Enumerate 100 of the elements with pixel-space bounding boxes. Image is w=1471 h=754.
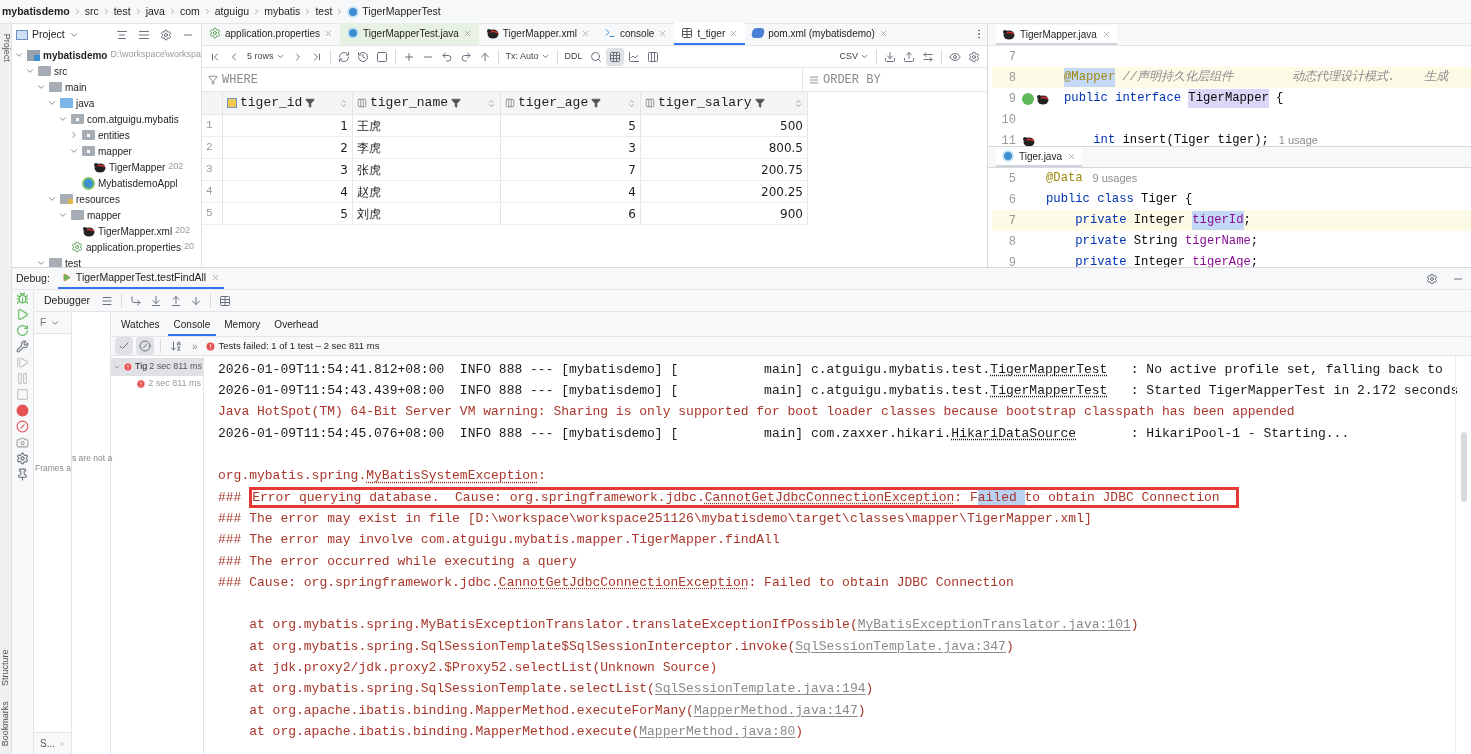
folder-icon [71,210,84,220]
table-cell[interactable]: 900 [641,203,808,224]
tree-label: test [65,256,82,267]
scrollbar-thumb[interactable] [1460,432,1467,502]
tree-item[interactable]: mapper [12,207,201,223]
settings-icon[interactable] [16,452,29,465]
tree-item[interactable]: java [12,95,201,111]
debug-session-tab[interactable]: TigerMapperTest.testFindAll [57,268,225,289]
table-cell[interactable]: 7 [501,159,641,180]
table-cell[interactable]: 4 [501,181,641,202]
more-button[interactable]: » [188,338,202,354]
usage-hint: 1 usage [1278,133,1318,146]
column-header[interactable]: tiger_salary [641,92,808,114]
class-file-icon [347,27,360,39]
debug-tab[interactable]: Console [167,314,217,336]
rows-dropdown[interactable]: 5 rows [244,49,288,64]
breadcrumb-item[interactable]: mybatisdemo [2,3,70,20]
camera-icon[interactable] [16,436,29,449]
file-tab[interactable]: t_tiger [674,23,746,45]
ddl-button[interactable]: DDL [561,49,586,64]
bug-icon[interactable] [16,292,29,305]
tree-item[interactable]: TigerMapper 202 [12,159,201,175]
table-cell[interactable]: 刘虎 [353,203,501,224]
filter-icon [305,98,316,108]
show-passed-icon[interactable] [115,337,133,355]
show-ignored-icon[interactable] [136,337,154,355]
table-cell[interactable]: 王虎 [353,115,501,136]
table-cell[interactable]: 3 [223,159,353,180]
code-token: tigerAge [1192,254,1251,267]
tree-item[interactable]: mapper [12,143,201,159]
column-header[interactable]: tiger_id [223,92,353,114]
table-cell[interactable]: 3 [501,137,641,158]
breadcrumb-item[interactable]: java [145,3,165,20]
debug-tab[interactable]: Memory [218,314,267,336]
wrench-icon[interactable] [16,340,29,353]
table-cell[interactable]: 2 [223,137,353,158]
table-cell[interactable]: 200.25 [641,181,808,202]
table-cell[interactable]: 200.75 [641,159,808,180]
file-tab[interactable]: application.properties [202,23,341,45]
side-tab[interactable]: Bookmarks [0,701,13,747]
file-tab[interactable]: console [596,23,675,45]
side-tab[interactable]: Structure [0,649,13,687]
table-cell[interactable]: 800.5 [641,137,808,158]
grid-view-icon[interactable] [605,47,624,66]
tree-item[interactable]: com.atguigu.mybatis [12,111,201,127]
filter-icon [754,98,765,108]
frames-dropdown[interactable]: F [40,315,47,330]
table-cell[interactable]: 李虎 [353,137,501,158]
table-cell[interactable]: 6 [501,203,641,224]
mute-breakpoints-icon[interactable] [16,420,29,433]
breadcrumb-item[interactable]: com [179,3,200,20]
editor-tab[interactable]: Tiger.java [996,147,1082,167]
tree-item[interactable]: main [12,79,201,95]
tree-item[interactable]: src [12,63,201,79]
column-header[interactable]: tiger_age [501,92,641,114]
breadcrumb-item[interactable]: src [84,3,99,20]
tree-item[interactable]: test [12,255,201,267]
breadcrumb-item[interactable]: TigerMapperTest [362,3,441,20]
breakpoints-icon[interactable] [16,404,29,417]
debug-tab[interactable]: Watches [115,314,166,336]
rerun-icon[interactable] [16,308,29,321]
panel-title[interactable]: Project [32,27,65,43]
tree-item[interactable]: resources [12,191,201,207]
tree-item[interactable]: MybatisdemoAppl [12,175,201,191]
breadcrumb-item[interactable]: atguigu [214,3,250,20]
close-icon [324,28,334,38]
breadcrumb-item[interactable]: test [315,3,333,20]
test-row[interactable]: Tig 2 sec 811 ms [111,358,203,376]
debug-tab[interactable]: Overhead [268,314,325,336]
transaction-dropdown[interactable]: Tx: Auto [502,49,553,64]
table-cell[interactable]: 5 [223,203,353,224]
editor-tab[interactable]: TigerMapper.java [996,25,1117,45]
tree-label: MybatisdemoAppl [98,176,178,191]
bird-icon [1036,92,1049,105]
console-line: 2026-01-09T11:54:41.812+08:00 INFO 888 --- [mybatisdemo] [ main] c.atguigu.mybatis.test.TigerMapperTest : No active profile set, falling back to [218,360,1444,379]
breadcrumb-item[interactable]: mybatis [264,3,301,20]
restart-icon[interactable] [16,324,29,337]
table-cell[interactable]: 4 [223,181,353,202]
file-tab[interactable]: TigerMapperTest.java [340,23,479,45]
table-cell[interactable]: 张虎 [353,159,501,180]
tree-item[interactable]: TigerMapper.xml 202 [12,223,201,239]
breadcrumb-item[interactable]: test [113,3,131,20]
format-dropdown[interactable]: CSV [836,49,872,64]
order-by-field[interactable]: ORDER BY [803,68,987,91]
close-icon [878,28,888,38]
pin-icon[interactable] [16,468,29,481]
column-icon [357,98,367,108]
file-tab[interactable]: pom.xml (mybatisdemo) [745,23,895,45]
table-cell[interactable]: 赵虎 [353,181,501,202]
table-cell[interactable]: 1 [223,115,353,136]
tree-item[interactable]: application.properties 20 [12,239,201,255]
table-cell[interactable]: 5 [501,115,641,136]
tree-item[interactable]: entities [12,127,201,143]
column-header[interactable]: tiger_name [353,92,501,114]
side-tab[interactable]: Project [0,34,13,62]
file-tab[interactable]: TigerMapper.xml [478,23,597,45]
tree-item[interactable]: mybatisdemo D:\workspace\workspa [12,47,201,63]
debugger-tab[interactable]: Debugger [38,292,97,309]
table-cell[interactable]: 500 [641,115,808,136]
code-token: ; [1243,212,1251,230]
